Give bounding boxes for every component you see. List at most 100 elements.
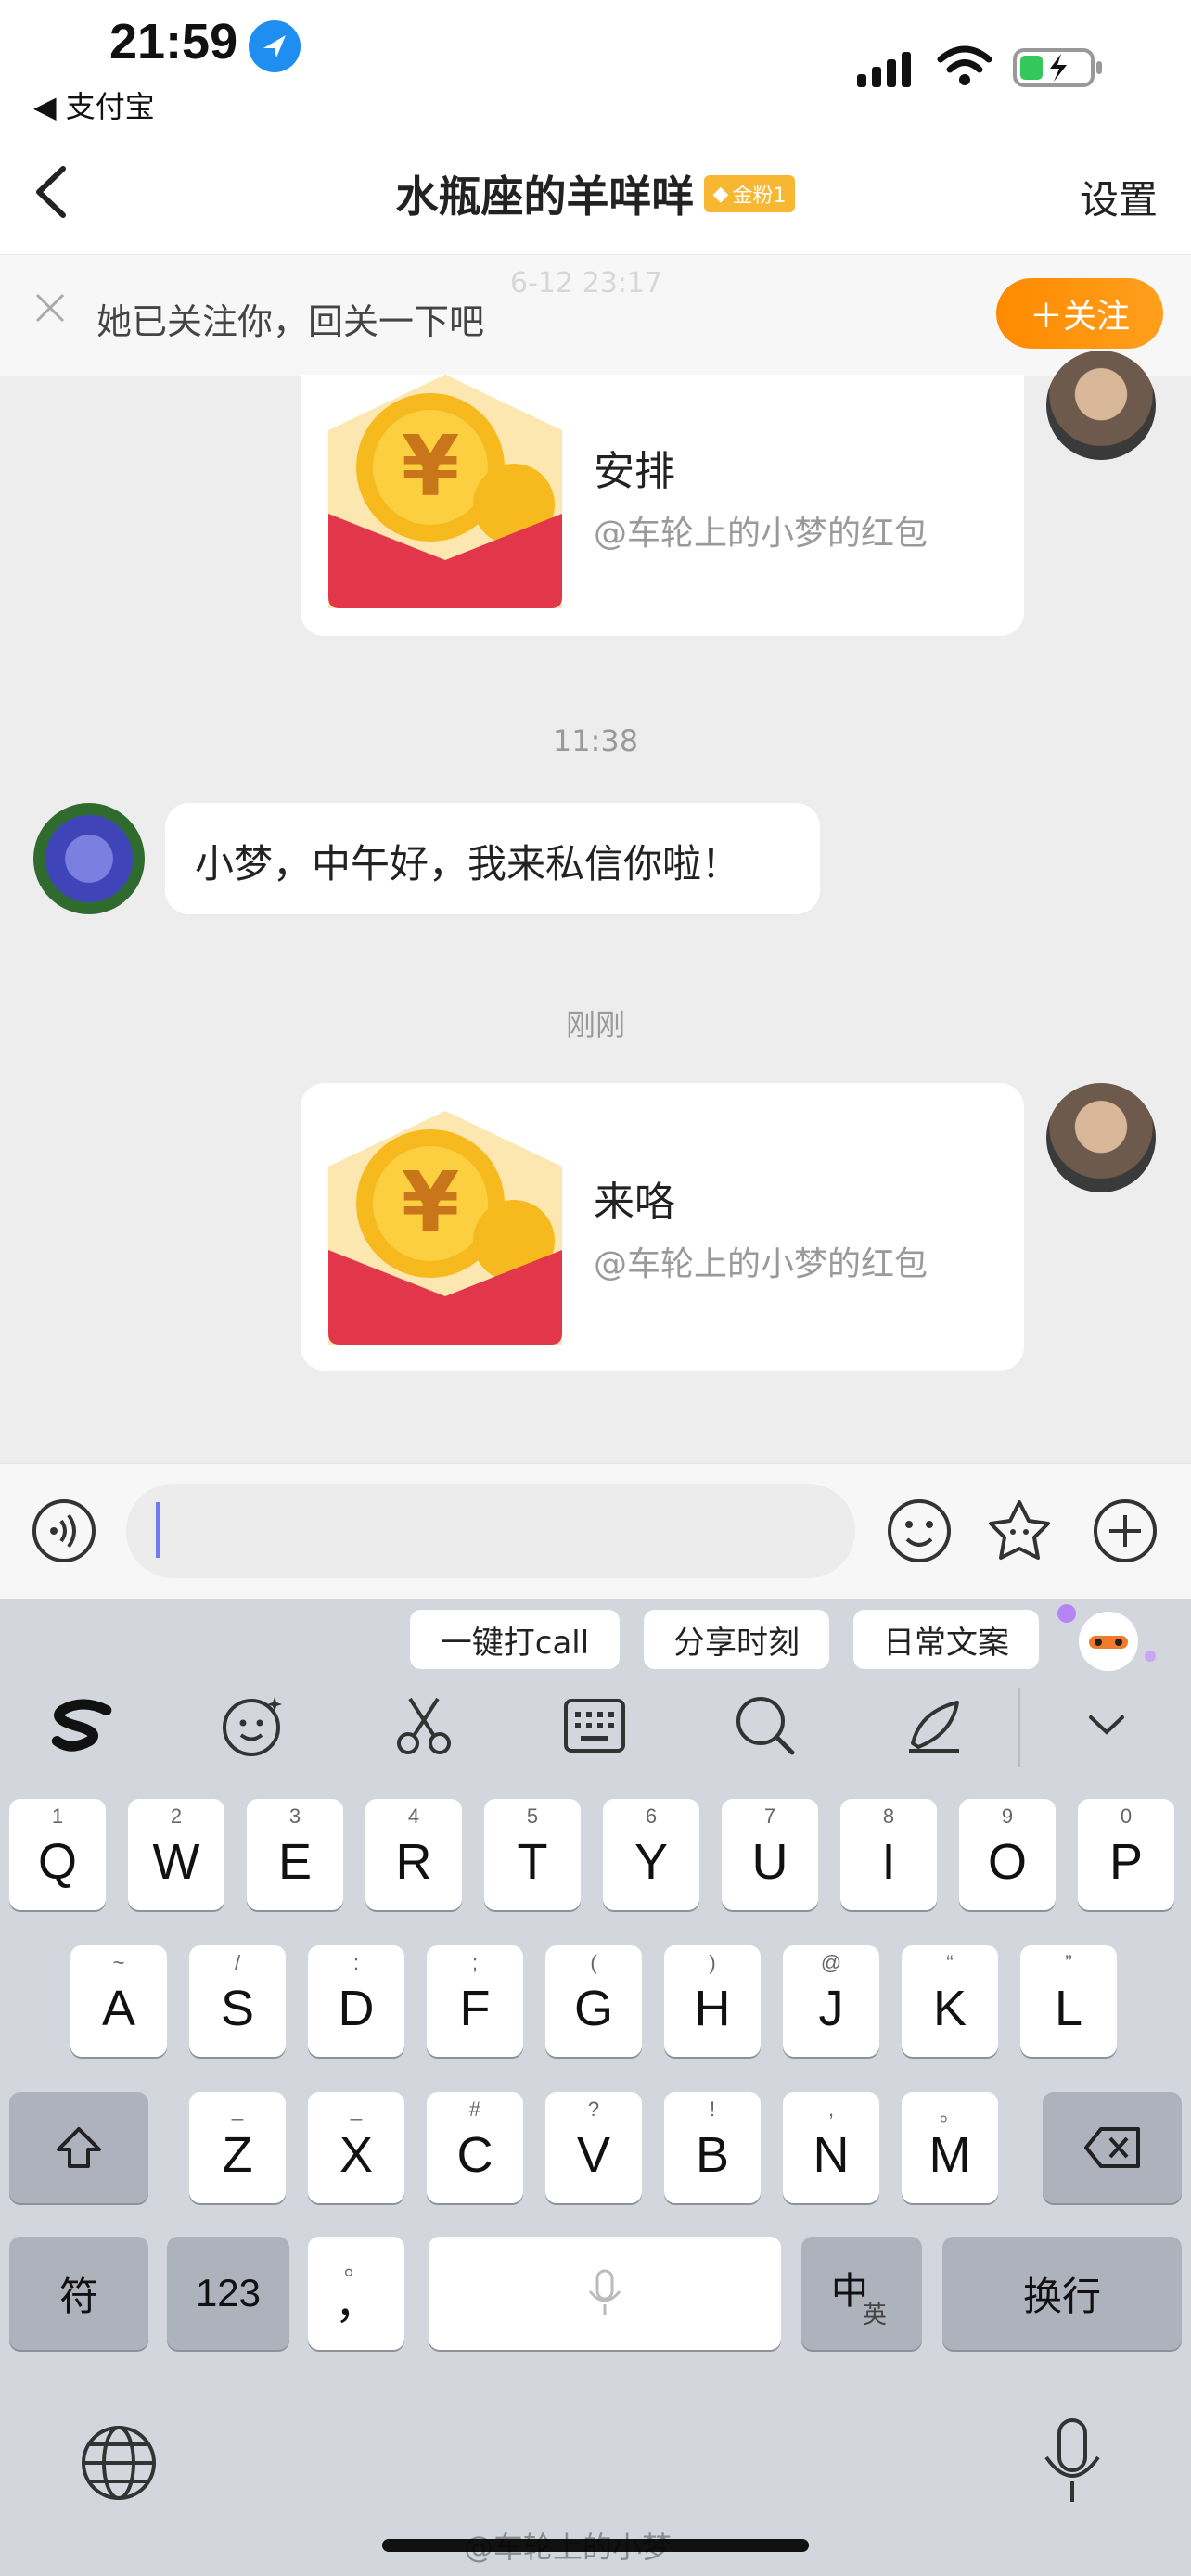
signal-icon: [857, 48, 920, 89]
plus-icon[interactable]: [1093, 1498, 1158, 1563]
key-o[interactable]: 9O: [959, 1799, 1056, 1910]
backspace-key[interactable]: [1043, 2092, 1182, 2203]
message-input[interactable]: [126, 1484, 855, 1578]
key-label: G: [573, 1981, 613, 2036]
emoji-icon[interactable]: [221, 1693, 286, 1758]
key-label: L: [1054, 1981, 1083, 2036]
text-caret: [156, 1502, 160, 1558]
key-label: M: [928, 2127, 971, 2183]
red-packet-icon: ¥: [328, 1111, 562, 1345]
scissors-icon[interactable]: [391, 1693, 456, 1758]
text-message[interactable]: 小梦，中午好，我来私信你啦！: [165, 803, 820, 914]
key-label: Q: [37, 1834, 77, 1890]
key-row-3: _ Z _ X # C ? V ! B ,N 。 M: [189, 2092, 1009, 2205]
globe-icon[interactable]: [80, 2424, 158, 2502]
key-u[interactable]: 7U: [722, 1799, 818, 1910]
avatar[interactable]: [33, 803, 145, 914]
key-a[interactable]: ~ A: [70, 1945, 167, 2057]
settings-button[interactable]: 设置: [1080, 169, 1158, 225]
svg-text:¥: ¥: [402, 418, 460, 516]
key-sub-label: ”: [1065, 1951, 1072, 1974]
key-p[interactable]: 0P: [1078, 1799, 1174, 1910]
shift-key[interactable]: [9, 2092, 148, 2203]
banner-ghost-time: 6-12 23:17: [510, 267, 663, 300]
key-q[interactable]: 1Q: [9, 1799, 106, 1910]
key-label: B: [695, 2127, 730, 2183]
red-packet-subtitle: @车轮上的小梦的红包: [594, 515, 928, 553]
key-d[interactable]: :D: [308, 1945, 404, 2057]
shift-icon: [57, 2127, 101, 2168]
key-sub-label: @: [820, 1951, 842, 1974]
key-sub-label: 。: [343, 2252, 368, 2280]
dictation-microphone-icon[interactable]: [1039, 2417, 1106, 2506]
key-s[interactable]: / S: [189, 1945, 286, 2057]
key-sub-label: ): [709, 1951, 716, 1974]
key-label: N: [813, 2127, 850, 2183]
key-b[interactable]: ! B: [664, 2092, 761, 2203]
key-g[interactable]: (G: [545, 1945, 642, 2057]
key-l[interactable]: ” L: [1020, 1945, 1117, 2057]
key-row-2: ~ A / S :D ; F (G ) H @ J “K ” L: [70, 1945, 1128, 2059]
avatar[interactable]: [1046, 351, 1156, 460]
key-t[interactable]: 5T: [484, 1799, 581, 1910]
sticker-icon[interactable]: [987, 1498, 1052, 1563]
key-e[interactable]: 3E: [247, 1799, 343, 1910]
follow-button[interactable]: ＋关注: [996, 278, 1163, 349]
emoji-icon[interactable]: [887, 1498, 952, 1563]
language-switch-key[interactable]: 中 英: [801, 2237, 922, 2350]
numbers-key[interactable]: 123: [167, 2237, 289, 2350]
key-r[interactable]: 4R: [365, 1799, 462, 1910]
key-c[interactable]: # C: [427, 2092, 523, 2203]
key-label: E: [277, 1834, 313, 1890]
sogou-logo-icon[interactable]: [50, 1693, 115, 1758]
timestamp: 11:38: [552, 723, 639, 759]
suggestion-chip[interactable]: 日常文案: [853, 1610, 1039, 1669]
red-packet-message[interactable]: ¥ 安排 @车轮上的小梦的红包: [301, 375, 1024, 636]
suggestion-chip[interactable]: 分享时刻: [644, 1610, 829, 1669]
key-sub-label: ?: [587, 2098, 600, 2121]
space-key[interactable]: [429, 2237, 781, 2350]
chevron-down-icon[interactable]: [1074, 1693, 1139, 1758]
red-packet-icon: ¥: [328, 375, 562, 608]
key-label: U: [751, 1834, 788, 1890]
key-sub-label: 9: [1001, 1804, 1014, 1828]
key-f[interactable]: ; F: [427, 1945, 523, 2057]
key-label: Y: [634, 1834, 669, 1890]
mascot-icon[interactable]: [1057, 1600, 1159, 1675]
suggestion-chip[interactable]: 一键打call: [410, 1610, 620, 1669]
key-label: P: [1108, 1834, 1144, 1890]
key-label: A: [101, 1981, 136, 2036]
key-k[interactable]: “K: [902, 1945, 998, 2057]
key-label: O: [987, 1834, 1027, 1890]
keyboard-icon[interactable]: [562, 1693, 627, 1758]
location-icon: [249, 20, 301, 72]
key-n[interactable]: ,N: [783, 2092, 879, 2203]
key-sub-label: 8: [882, 1804, 895, 1828]
voice-icon[interactable]: [32, 1498, 96, 1563]
key-y[interactable]: 6Y: [603, 1799, 699, 1910]
key-z[interactable]: _ Z: [189, 2092, 286, 2203]
search-icon[interactable]: [733, 1693, 798, 1758]
diamond-icon: ◆: [712, 182, 729, 206]
pen-icon[interactable]: [902, 1693, 967, 1758]
key-x[interactable]: _ X: [308, 2092, 404, 2203]
avatar[interactable]: [1046, 1083, 1156, 1192]
red-packet-message[interactable]: ¥ 来咯 @车轮上的小梦的红包: [301, 1083, 1024, 1371]
key-i[interactable]: 8I: [840, 1799, 937, 1910]
key-w[interactable]: 2W: [128, 1799, 224, 1910]
back-to-app-link[interactable]: ◀ 支付宝: [33, 83, 155, 126]
key-h[interactable]: ) H: [664, 1945, 761, 2057]
close-icon[interactable]: [32, 289, 69, 326]
fan-badge: ◆ 金粉1: [703, 175, 796, 212]
key-label: X: [339, 2127, 374, 2183]
key-sub-label: 7: [763, 1804, 776, 1828]
follow-banner-text: 她已关注你，回关一下吧: [96, 301, 485, 342]
key-j[interactable]: @ J: [783, 1945, 879, 2057]
key-label: D: [338, 1981, 375, 2036]
key-v[interactable]: ? V: [545, 2092, 642, 2203]
return-key[interactable]: 换行: [942, 2237, 1182, 2350]
key-sub-label: 5: [526, 1804, 539, 1828]
key-m[interactable]: 。 M: [902, 2092, 998, 2203]
punctuation-key[interactable]: 。 ，: [308, 2237, 404, 2350]
symbols-key[interactable]: 符: [9, 2237, 148, 2350]
